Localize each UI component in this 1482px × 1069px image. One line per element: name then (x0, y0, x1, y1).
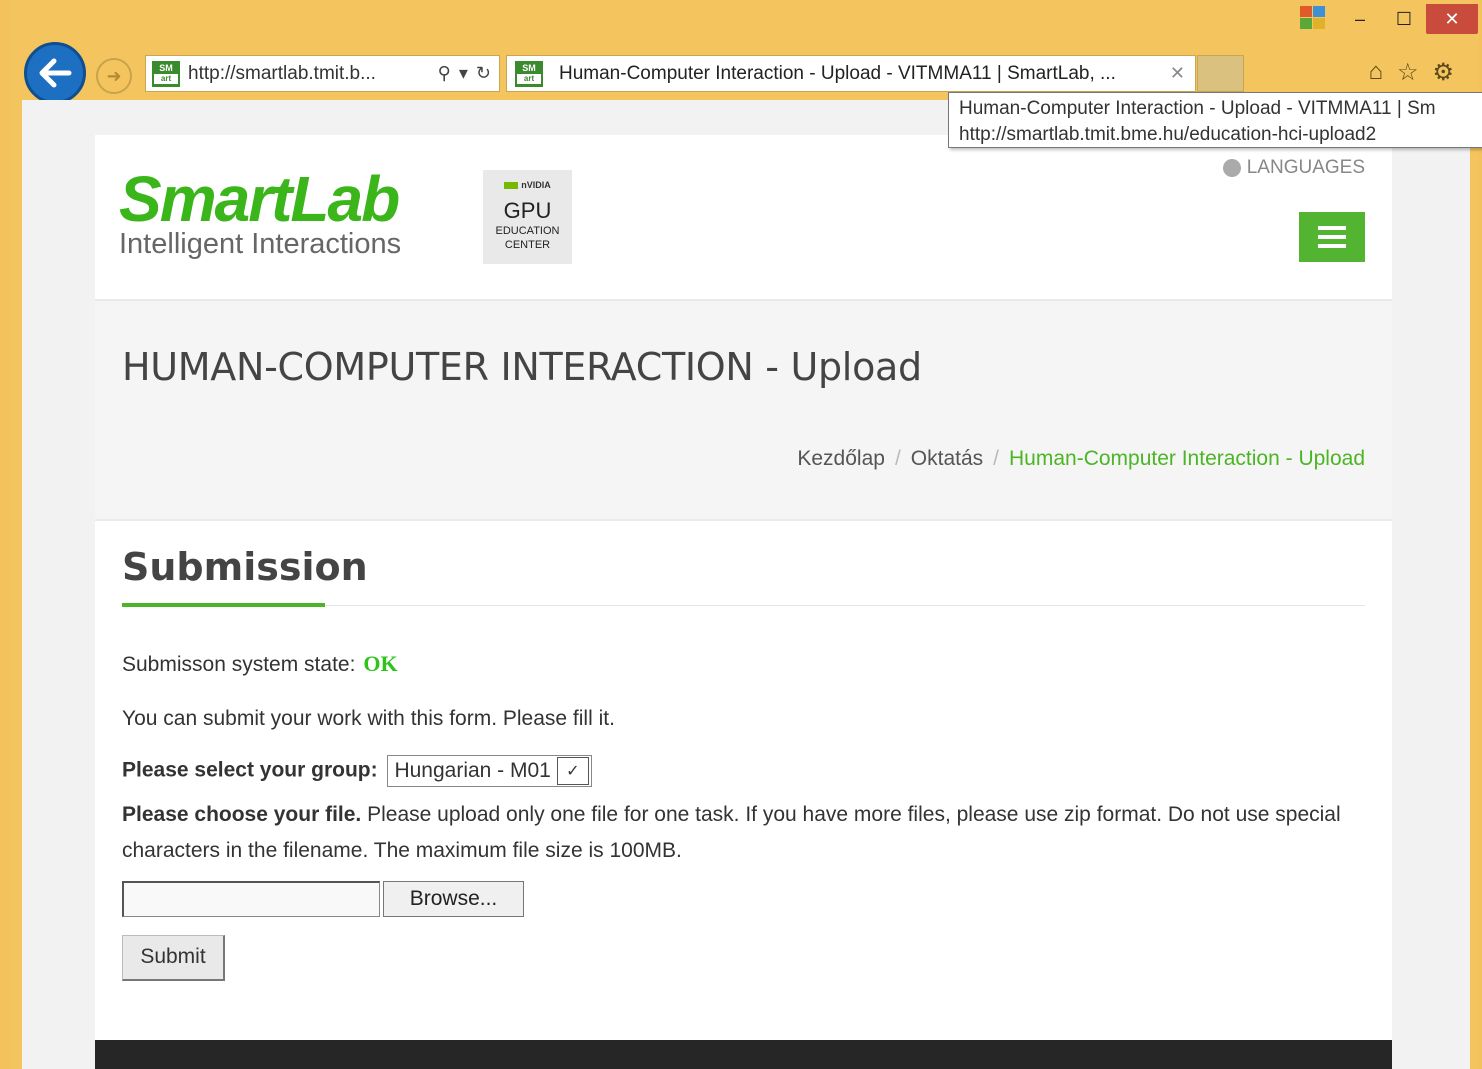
globe-icon (1222, 159, 1241, 177)
browser-tab[interactable]: SM art Human-Computer Interaction - Uploa… (506, 55, 1196, 92)
intro-text: You can submit your work with this form.… (122, 707, 615, 730)
browser-window: – ☐ ✕ ➜ SM art http://smartlab.tmit.b... … (0, 0, 1482, 1069)
browse-button[interactable]: Browse... (383, 881, 524, 917)
group-select-value: Hungarian - M01 (394, 759, 551, 782)
badge-line1: GPU (503, 198, 552, 223)
breadcrumb-current: Human-Computer Interaction - Upload (1009, 447, 1365, 470)
new-tab-button[interactable] (1197, 55, 1244, 92)
favorites-star-icon[interactable]: ☆ (1397, 58, 1419, 87)
arrow-left-icon (39, 58, 72, 88)
section-underline (122, 603, 325, 607)
arrow-right-icon: ➜ (106, 65, 122, 86)
page-container: SmartLab Intelligent Interactions nVIDIA… (95, 135, 1392, 1069)
tab-favicon-icon: SM art (515, 60, 543, 87)
back-button[interactable] (24, 42, 86, 104)
site-footer (95, 1040, 1392, 1069)
badge-brand: nVIDIA (521, 180, 551, 190)
tab-close-icon[interactable]: ✕ (1170, 63, 1185, 84)
submit-button[interactable]: Submit (122, 935, 225, 981)
state-label: Submisson system state: (122, 653, 356, 676)
app-logo-icon (1300, 6, 1328, 32)
group-select[interactable]: Hungarian - M01 ✓ (387, 755, 592, 787)
state-value: OK (363, 651, 398, 676)
nvidia-eye-icon (504, 182, 519, 190)
chevron-down-icon[interactable]: ✓ (556, 757, 589, 785)
nvidia-gpu-badge[interactable]: nVIDIA GPU EDUCATION CENTER (483, 170, 572, 264)
breadcrumb-home[interactable]: Kezdőlap (797, 447, 885, 470)
browser-toolbar: ⌂ ☆ ⚙ (1368, 58, 1454, 87)
search-icon[interactable]: ⚲ (438, 63, 451, 84)
languages-label: LANGUAGES (1246, 157, 1365, 178)
minimize-button[interactable]: – (1338, 4, 1382, 34)
file-label: Please choose your file. (122, 803, 362, 826)
page-title: HUMAN-COMPUTER INTERACTION - Upload (122, 345, 922, 389)
refresh-icon[interactable]: ↻ (476, 63, 491, 84)
maximize-button[interactable]: ☐ (1382, 4, 1426, 34)
tooltip-url: http://smartlab.tmit.bme.hu/education-hc… (959, 124, 1377, 145)
site-logo[interactable]: SmartLab (119, 167, 400, 231)
section-title: Submission (122, 545, 368, 589)
languages-link[interactable]: LANGUAGES (1222, 157, 1365, 179)
system-state: Submisson system state: OK (122, 651, 398, 677)
page-title-bar: HUMAN-COMPUTER INTERACTION - Upload Kezd… (95, 301, 1392, 521)
dropdown-icon[interactable]: ▾ (459, 63, 468, 84)
tooltip-title: Human-Computer Interaction - Upload - VI… (959, 98, 1436, 119)
home-icon[interactable]: ⌂ (1368, 58, 1383, 87)
group-label: Please select your group: (122, 758, 378, 782)
gear-icon[interactable]: ⚙ (1432, 58, 1454, 87)
address-bar[interactable]: SM art http://smartlab.tmit.b... ⚲ ▾ ↻ (145, 55, 500, 92)
forward-button[interactable]: ➜ (96, 58, 132, 94)
page-viewport: SmartLab Intelligent Interactions nVIDIA… (22, 100, 1470, 1069)
group-row: Please select your group: Hungarian - M0… (122, 755, 592, 787)
tab-title: Human-Computer Interaction - Upload - VI… (559, 62, 1116, 84)
window-controls: – ☐ ✕ (1300, 4, 1478, 34)
badge-line3: CENTER (504, 239, 551, 251)
site-favicon-icon: SM art (152, 60, 180, 87)
breadcrumb-education[interactable]: Oktatás (911, 447, 983, 470)
site-header: SmartLab Intelligent Interactions nVIDIA… (95, 135, 1392, 301)
address-url[interactable]: http://smartlab.tmit.b... (188, 63, 376, 85)
breadcrumb: Kezdőlap / Oktatás / Human-Computer Interact… (797, 447, 1365, 470)
close-window-button[interactable]: ✕ (1426, 4, 1478, 34)
site-tagline: Intelligent Interactions (119, 228, 402, 260)
tab-tooltip: Human-Computer Interaction - Upload - VI… (948, 92, 1482, 148)
file-path-input[interactable] (122, 881, 380, 917)
badge-line2: EDUCATION (495, 225, 560, 237)
hamburger-menu-button[interactable] (1299, 212, 1365, 262)
file-instructions: Please choose your file. Please upload o… (122, 797, 1362, 869)
